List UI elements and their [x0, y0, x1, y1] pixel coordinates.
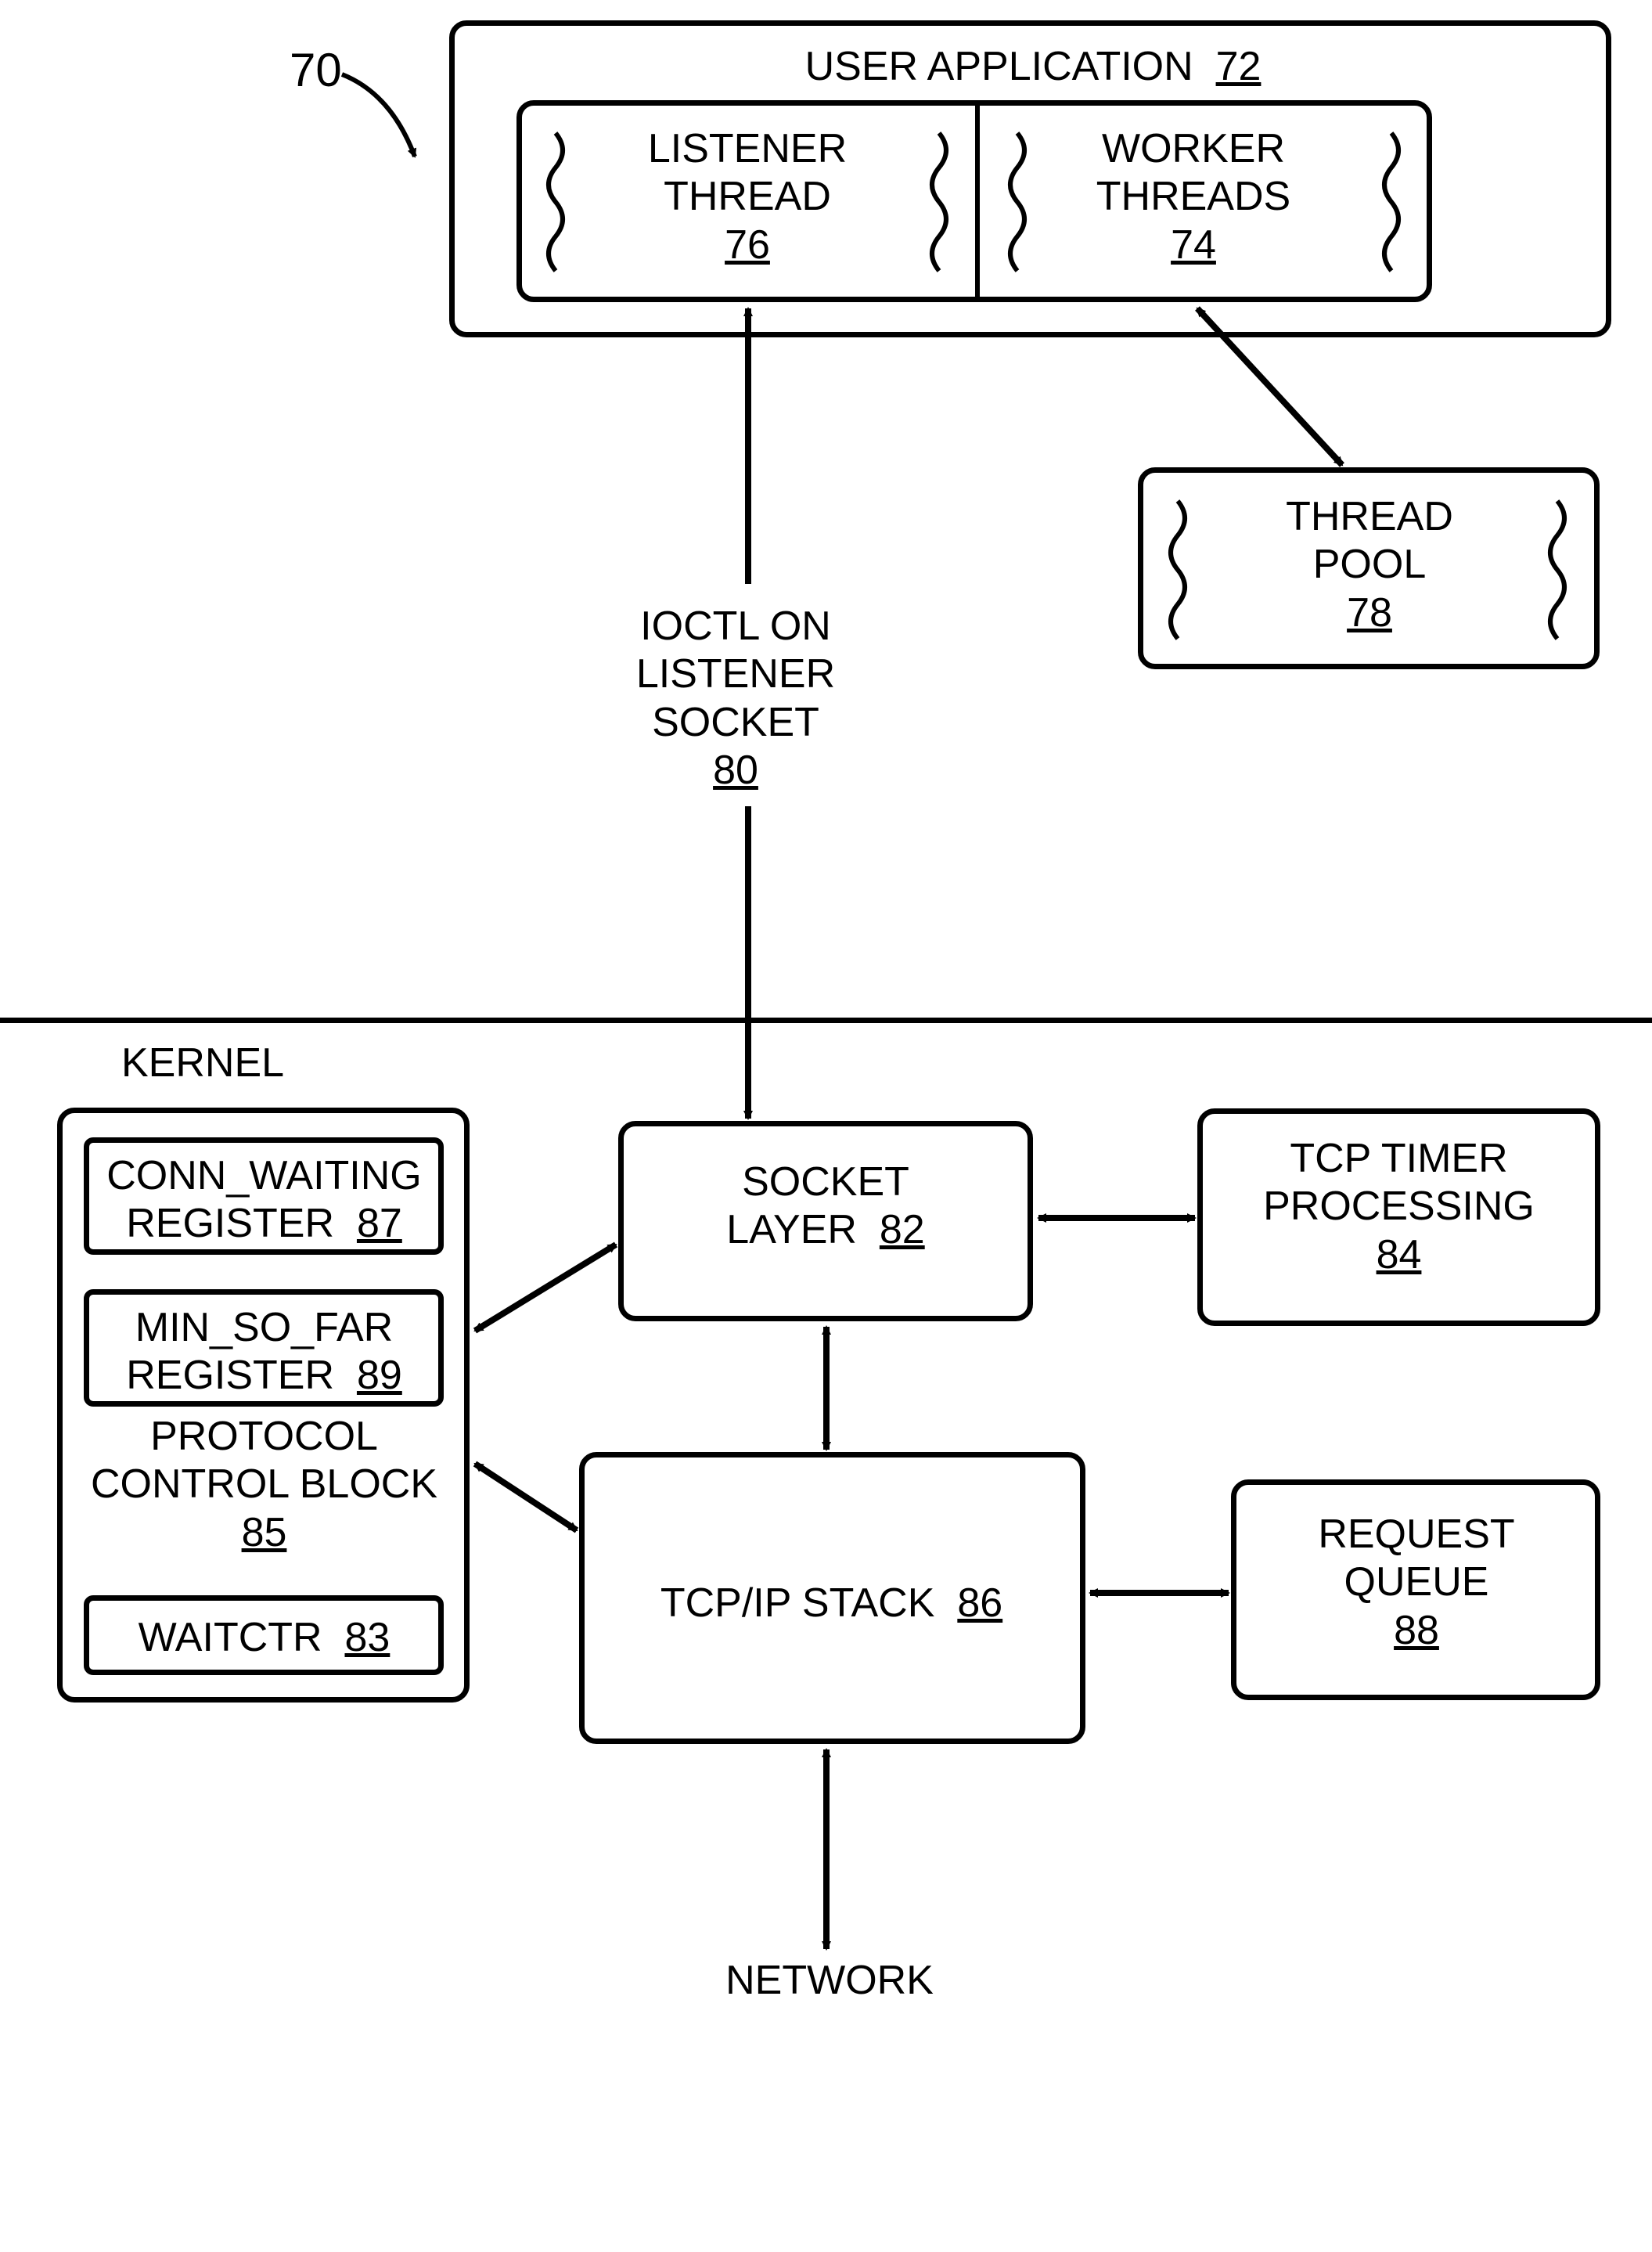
conn-waiting-l1: CONN_WAITING	[90, 1152, 438, 1200]
tcp-timer-l1: TCP TIMER	[1221, 1135, 1577, 1183]
user-application-ref: 72	[1216, 44, 1261, 89]
tcpip-ref: 86	[957, 1580, 1002, 1626]
tcpip-label: TCP/IP STACK	[660, 1580, 935, 1626]
pcb-l2: CONTROL BLOCK	[78, 1461, 450, 1508]
socket-layer-l2: LAYER	[726, 1207, 857, 1252]
kernel-divider	[0, 1018, 1652, 1023]
min-so-far-line2: REGISTER 89	[90, 1352, 438, 1400]
ioctl-l2: LISTENER	[595, 650, 876, 698]
tcp-timer-label-block: TCP TIMER PROCESSING 84	[1221, 1135, 1577, 1279]
diagram-canvas: 70 USER APPLICATION 72 LISTENER THREAD 7…	[0, 0, 1652, 2252]
pcb-ref: 85	[78, 1509, 450, 1557]
worker-threads-ref: 74	[1068, 222, 1319, 269]
worker-threads-l2: THREADS	[1068, 173, 1319, 221]
min-so-far-l2: REGISTER	[126, 1353, 334, 1398]
worker-threads-label-block: WORKER THREADS 74	[1068, 125, 1319, 269]
request-queue-ref: 88	[1252, 1607, 1581, 1655]
pcb-l1: PROTOCOL	[78, 1413, 450, 1461]
tcp-timer-l2: PROCESSING	[1221, 1183, 1577, 1230]
thread-pool-label-block: THREAD POOL 78	[1244, 493, 1495, 637]
listener-thread-l1: LISTENER	[622, 125, 873, 173]
waitctr-ref: 83	[344, 1615, 390, 1660]
listener-thread-l2: THREAD	[622, 173, 873, 221]
socket-layer-label-block: SOCKET LAYER 82	[650, 1158, 1002, 1255]
request-queue-label-block: REQUEST QUEUE 88	[1252, 1511, 1581, 1655]
socket-layer-ref: 82	[880, 1207, 925, 1252]
tcpip-label-block: TCP/IP STACK 86	[610, 1580, 1053, 1627]
tcp-timer-ref: 84	[1221, 1231, 1577, 1279]
waitctr-label-block: WAITCTR 83	[90, 1614, 438, 1662]
ioctl-l3: SOCKET	[595, 699, 876, 747]
user-application-title: USER APPLICATION 72	[783, 43, 1283, 91]
listener-thread-ref: 76	[622, 222, 873, 269]
request-queue-l2: QUEUE	[1252, 1558, 1581, 1606]
kernel-label: KERNEL	[121, 1040, 284, 1087]
listener-thread-label-block: LISTENER THREAD 76	[622, 125, 873, 269]
conn-waiting-label-block: CONN_WAITING REGISTER 87	[90, 1152, 438, 1249]
worker-threads-l1: WORKER	[1068, 125, 1319, 173]
user-application-label: USER APPLICATION	[805, 44, 1193, 89]
ioctl-ref: 80	[595, 747, 876, 795]
min-so-far-label-block: MIN_SO_FAR REGISTER 89	[90, 1304, 438, 1400]
thread-pool-l1: THREAD	[1244, 493, 1495, 541]
conn-waiting-l2: REGISTER	[126, 1201, 334, 1246]
socket-layer-line2: LAYER 82	[650, 1206, 1002, 1254]
threads-divider	[975, 106, 980, 297]
socket-layer-l1: SOCKET	[650, 1158, 1002, 1206]
conn-waiting-ref: 87	[357, 1201, 402, 1246]
min-so-far-l1: MIN_SO_FAR	[90, 1304, 438, 1352]
waitctr-label: WAITCTR	[139, 1615, 322, 1660]
network-label: NETWORK	[704, 1957, 955, 2005]
thread-pool-ref: 78	[1244, 589, 1495, 637]
ioctl-l1: IOCTL ON	[595, 603, 876, 650]
ioctl-label-block: IOCTL ON LISTENER SOCKET 80	[595, 603, 876, 795]
min-so-far-ref: 89	[357, 1353, 402, 1398]
request-queue-l1: REQUEST	[1252, 1511, 1581, 1558]
thread-pool-l2: POOL	[1244, 541, 1495, 589]
conn-waiting-line2: REGISTER 87	[90, 1200, 438, 1248]
ref-70: 70	[290, 43, 342, 99]
pcb-label-block: PROTOCOL CONTROL BLOCK 85	[78, 1413, 450, 1557]
